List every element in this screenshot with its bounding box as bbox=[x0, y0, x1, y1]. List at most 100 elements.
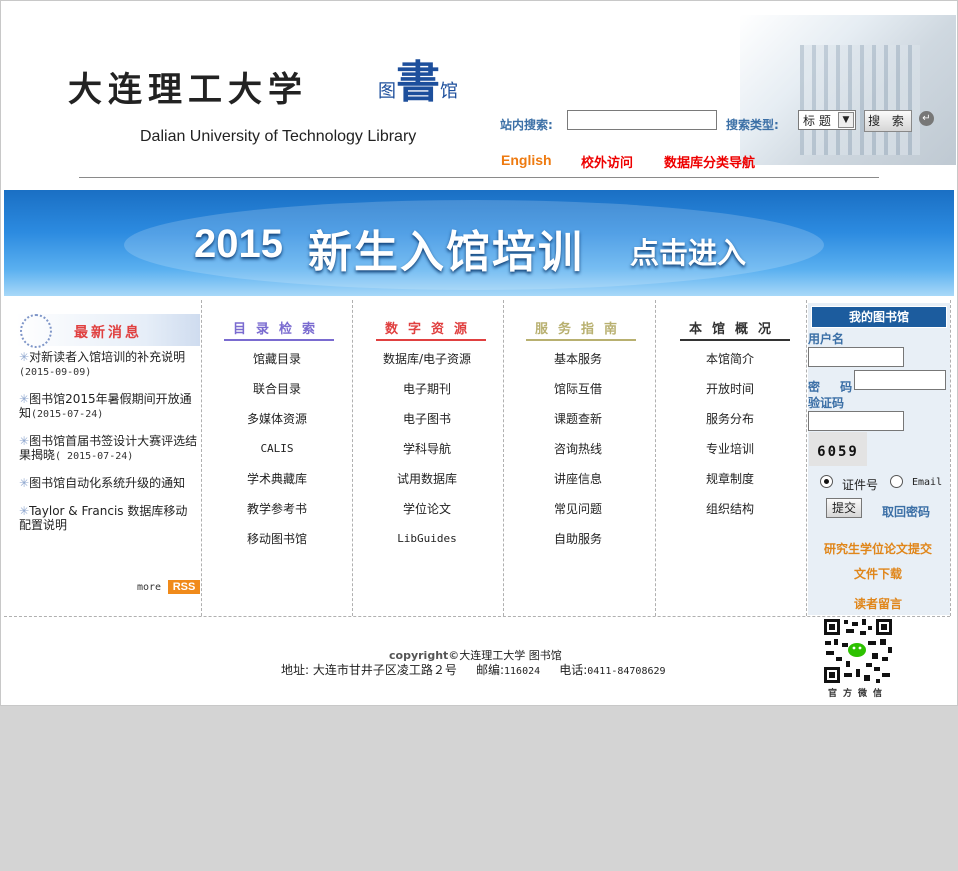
catalog-item[interactable]: 移动图书馆 bbox=[212, 531, 342, 561]
star-icon: ✳ bbox=[19, 392, 30, 406]
catalog-item[interactable]: CALIS bbox=[212, 441, 342, 471]
about-item[interactable]: 本馆简介 bbox=[665, 351, 795, 381]
about-item[interactable]: 规章制度 bbox=[665, 471, 795, 501]
wechat-caption: 官方微信 bbox=[827, 689, 888, 699]
service-item[interactable]: 基本服务 bbox=[513, 351, 643, 381]
search-type-value: 标 题 bbox=[803, 114, 831, 128]
catalog-item[interactable]: 学术典藏库 bbox=[212, 471, 342, 501]
service-item[interactable]: 常见问题 bbox=[513, 501, 643, 531]
star-icon: ✳ bbox=[19, 434, 30, 448]
file-download-link[interactable]: 文件下载 bbox=[803, 565, 953, 582]
column-divider bbox=[655, 300, 656, 616]
news-item[interactable]: ✳图书馆自动化系统升级的通知 bbox=[19, 476, 199, 492]
zip-code: 116024 bbox=[504, 666, 541, 677]
about-item[interactable]: 组织结构 bbox=[665, 501, 795, 531]
digital-resource-item[interactable]: 数据库/电子资源 bbox=[362, 351, 492, 381]
chevron-down-icon: ▼ bbox=[838, 112, 854, 128]
password-label: 密 码 bbox=[808, 380, 861, 394]
service-item[interactable]: 自助服务 bbox=[513, 531, 643, 561]
digital-resource-item[interactable]: LibGuides bbox=[362, 531, 492, 561]
digital-resource-item[interactable]: 学位论文 bbox=[362, 501, 492, 531]
catalog-item[interactable]: 联合目录 bbox=[212, 381, 342, 411]
digital-resources-list: 数据库/电子资源 电子期刊 电子图书 学科导航 试用数据库 学位论文 LibGu… bbox=[362, 351, 492, 561]
digital-resources-heading-text: 数字资源 bbox=[384, 322, 477, 337]
english-logo-text: Dalian University of Technology Library bbox=[140, 128, 417, 145]
id-number-radio[interactable] bbox=[820, 475, 833, 488]
rss-icon[interactable]: RSS bbox=[168, 580, 200, 594]
email-radio[interactable] bbox=[890, 475, 903, 488]
about-item[interactable]: 开放时间 bbox=[665, 381, 795, 411]
english-link[interactable]: English bbox=[501, 152, 552, 168]
news-heading: 最新消息 bbox=[74, 325, 142, 341]
catalog-item[interactable]: 多媒体资源 bbox=[212, 411, 342, 441]
digital-resource-item[interactable]: 电子图书 bbox=[362, 411, 492, 441]
login-submit-button[interactable]: 提交 bbox=[826, 498, 862, 518]
id-number-radio-label: 证件号 bbox=[842, 478, 879, 492]
catalog-list: 馆藏目录 联合目录 多媒体资源 CALIS 学术典藏库 教学参考书 移动图书馆 bbox=[212, 351, 342, 561]
news-list: ✳对新读者入馆培训的补充说明(2015-09-09) ✳图书馆2015年暑假期间… bbox=[19, 350, 199, 546]
service-guide-heading: 服务指南 bbox=[526, 318, 636, 341]
star-icon: ✳ bbox=[19, 504, 30, 518]
about-item[interactable]: 服务分布 bbox=[665, 411, 795, 441]
news-item[interactable]: ✳对新读者入馆培训的补充说明 (2015-09-09) bbox=[19, 350, 199, 380]
library-logo-big: 書 bbox=[396, 57, 440, 108]
service-guide-list: 基本服务 馆际互借 课题查新 咨询热线 讲座信息 常见问题 自助服务 bbox=[513, 351, 643, 561]
library-building-image bbox=[740, 15, 956, 165]
digital-resource-item[interactable]: 学科导航 bbox=[362, 441, 492, 471]
more-link[interactable]: more bbox=[137, 582, 161, 593]
address-text: 大连市甘井子区凌工路２号 bbox=[312, 663, 457, 677]
column-divider bbox=[503, 300, 504, 616]
library-logo[interactable]: 图書馆 bbox=[378, 46, 458, 110]
digital-resource-item[interactable]: 电子期刊 bbox=[362, 381, 492, 411]
site-search-input[interactable] bbox=[567, 110, 717, 130]
banner-year: 2015 bbox=[194, 222, 283, 266]
column-divider bbox=[352, 300, 353, 616]
site-search-label: 站内搜索: bbox=[500, 118, 553, 132]
captcha-input[interactable] bbox=[808, 411, 904, 431]
news-item[interactable]: ✳Taylor & Francis 数据库移动配置说明 bbox=[19, 504, 199, 534]
catalog-item[interactable]: 教学参考书 bbox=[212, 501, 342, 531]
phone-number: 0411-84708629 bbox=[587, 666, 666, 677]
catalog-item[interactable]: 馆藏目录 bbox=[212, 351, 342, 381]
search-type-select[interactable]: 标 题 ▼ bbox=[798, 110, 856, 130]
database-nav-link[interactable]: 数据库分类导航 bbox=[664, 152, 755, 171]
wechat-qr-icon[interactable] bbox=[822, 617, 894, 685]
orientation-banner[interactable]: 2015 新生入馆培训 点击进入 bbox=[4, 190, 954, 296]
news-date: ( 2015-07-24) bbox=[55, 451, 134, 462]
header-divider bbox=[79, 177, 879, 178]
news-item[interactable]: ✳图书馆2015年暑假期间开放通知(2015-07-24) bbox=[19, 392, 199, 422]
catalog-heading-text: 目录检索 bbox=[232, 322, 325, 337]
enter-arrow-icon[interactable]: ↵ bbox=[919, 111, 934, 126]
about-library-heading: 本馆概况 bbox=[680, 318, 790, 341]
news-date: (2015-07-24) bbox=[31, 409, 104, 420]
search-button[interactable]: 搜 索 bbox=[864, 110, 912, 132]
address-line: 地址: 大连市甘井子区凌工路２号 邮编:116024 电话:0411-84708… bbox=[281, 661, 666, 678]
news-title[interactable]: Taylor & Francis 数据库移动配置说明 bbox=[19, 504, 187, 532]
news-title[interactable]: 对新读者入馆培训的补充说明 bbox=[29, 350, 185, 364]
news-item[interactable]: ✳图书馆首届书签设计大赛评选结果揭晓( 2015-07-24) bbox=[19, 434, 199, 464]
off-campus-link[interactable]: 校外访问 bbox=[581, 152, 633, 171]
news-date: (2015-09-09) bbox=[19, 367, 92, 378]
digital-resources-heading: 数字资源 bbox=[376, 318, 486, 341]
about-item[interactable]: 专业培训 bbox=[665, 441, 795, 471]
service-item[interactable]: 课题查新 bbox=[513, 411, 643, 441]
reader-message-link[interactable]: 读者留言 bbox=[803, 595, 953, 612]
username-input[interactable] bbox=[808, 347, 904, 367]
service-item[interactable]: 咨询热线 bbox=[513, 441, 643, 471]
library-logo-tail: 馆 bbox=[440, 81, 458, 102]
retrieve-password-link[interactable]: 取回密码 bbox=[882, 503, 930, 520]
star-icon: ✳ bbox=[19, 350, 30, 364]
thesis-submit-link[interactable]: 研究生学位论文提交 bbox=[803, 540, 953, 557]
news-heading-bar: 最新消息 bbox=[16, 314, 200, 348]
catalog-heading: 目录检索 bbox=[224, 318, 334, 341]
university-logo-text[interactable]: 大连理工大学 bbox=[68, 62, 308, 111]
news-title[interactable]: 图书馆自动化系统升级的通知 bbox=[29, 476, 185, 490]
service-item[interactable]: 讲座信息 bbox=[513, 471, 643, 501]
service-item[interactable]: 馆际互借 bbox=[513, 381, 643, 411]
email-radio-label: Email bbox=[912, 477, 943, 488]
captcha-image[interactable]: 6059 bbox=[809, 432, 867, 466]
phone-label: 电话: bbox=[559, 663, 588, 677]
digital-resource-item[interactable]: 试用数据库 bbox=[362, 471, 492, 501]
password-input[interactable] bbox=[854, 370, 946, 390]
library-logo-small: 图 bbox=[378, 81, 396, 102]
